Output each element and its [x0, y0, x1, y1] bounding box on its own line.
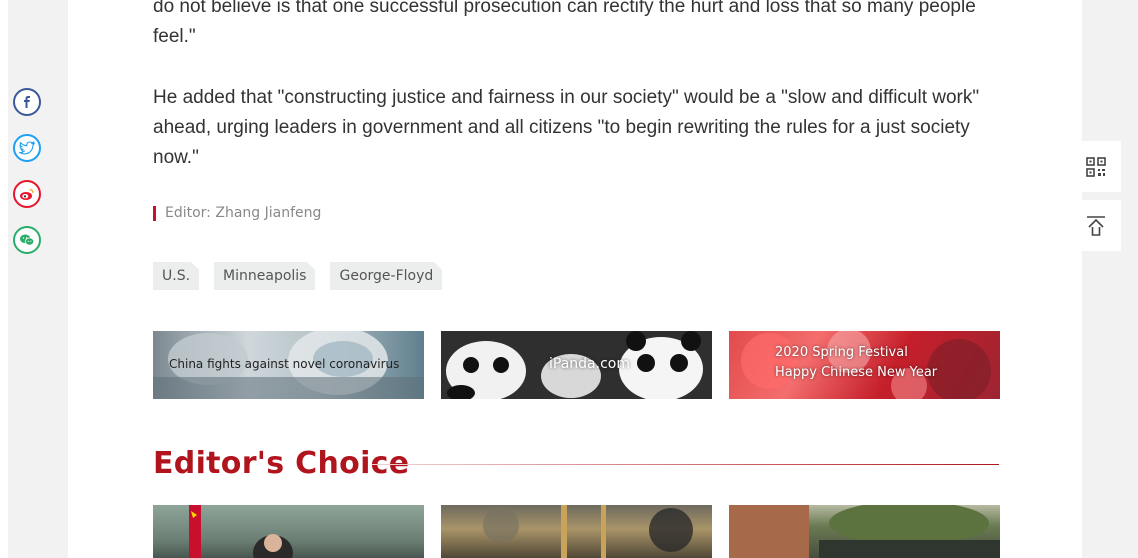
banner-coronavirus[interactable]: China fights against novel coronavirus — [153, 331, 424, 399]
promo-banners: China fights against novel coronavirus i… — [153, 331, 1000, 399]
wechat-icon — [20, 234, 35, 246]
banner-ipanda-label: iPanda.com — [549, 356, 630, 372]
thumbnail-image — [729, 505, 1000, 558]
banner-spring-festival-subtitle: Happy Chinese New Year — [775, 365, 938, 380]
back-to-top-icon — [1086, 215, 1105, 236]
banner-ipanda[interactable]: iPanda.com — [441, 331, 712, 399]
article-paragraph: He added that "constructing justice and … — [153, 87, 980, 168]
banner-coronavirus-label: China fights against novel coronavirus — [169, 357, 400, 371]
tag-list: U.S. Minneapolis George-Floyd — [153, 262, 443, 290]
section-title: Editor's Choice — [153, 446, 410, 481]
editors-choice-item[interactable] — [441, 505, 712, 558]
editors-choice-item[interactable] — [153, 505, 424, 558]
twitter-icon — [19, 141, 35, 155]
weibo-share-button[interactable] — [13, 180, 41, 208]
editors-choice-thumbnails — [153, 505, 1000, 558]
banner-spring-festival[interactable]: 2020 Spring Festival Happy Chinese New Y… — [729, 331, 1000, 399]
editors-choice-item[interactable] — [729, 505, 1000, 558]
twitter-share-button[interactable] — [13, 134, 41, 162]
facebook-icon — [24, 96, 30, 108]
thumbnail-image — [483, 505, 693, 558]
banner-spring-festival-title: 2020 Spring Festival — [775, 345, 908, 360]
weibo-icon — [20, 188, 34, 200]
section-divider — [372, 464, 999, 465]
left-margin — [0, 0, 8, 558]
share-bar — [13, 88, 43, 272]
thumbnail-image — [189, 505, 293, 558]
editor-accent-bar — [153, 205, 156, 221]
qr-code-icon — [1085, 156, 1106, 177]
facebook-share-button[interactable] — [13, 88, 41, 116]
editor-credit: Editor: Zhang Jianfeng — [153, 205, 321, 221]
editor-name: Editor: Zhang Jianfeng — [165, 205, 322, 221]
tag-george-floyd[interactable]: George-Floyd — [330, 262, 443, 290]
back-to-top-button[interactable] — [1070, 200, 1121, 251]
wechat-share-button[interactable] — [13, 226, 41, 254]
qr-code-button[interactable] — [1070, 141, 1121, 192]
tag-minneapolis[interactable]: Minneapolis — [214, 262, 316, 290]
tag-us[interactable]: U.S. — [153, 262, 200, 290]
article-paragraph: do not believe is that one successful pr… — [153, 0, 976, 47]
side-tools — [1070, 141, 1121, 259]
